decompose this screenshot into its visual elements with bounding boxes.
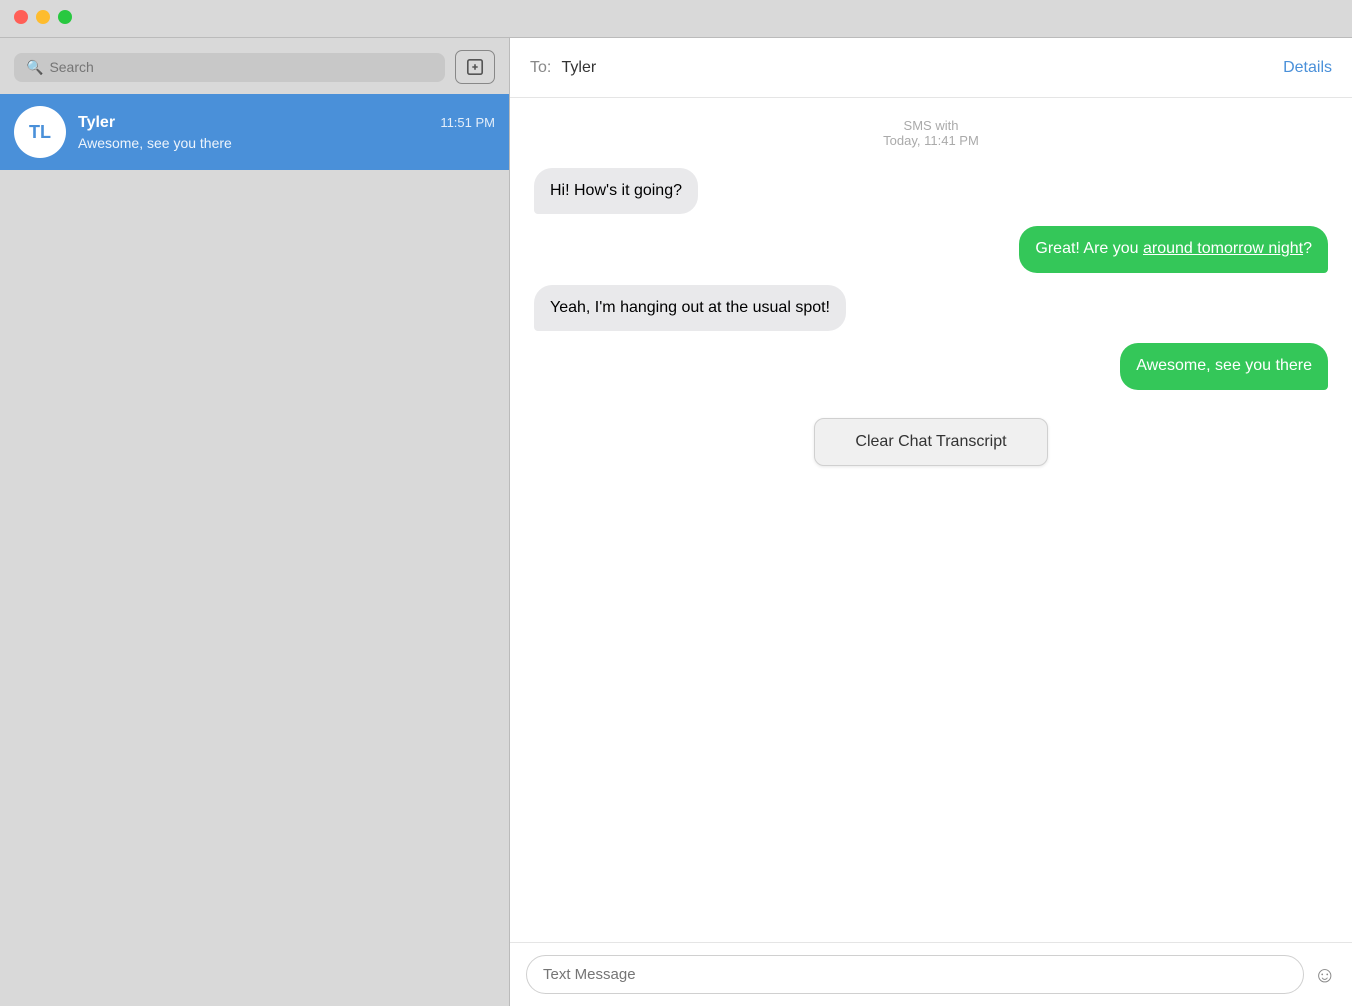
bubble-outgoing-2: Great! Are you around tomorrow night? [1019, 226, 1328, 272]
minimize-button[interactable] [36, 10, 50, 24]
conversation-info-tyler: Tyler 11:51 PM Awesome, see you there [78, 114, 495, 151]
details-button[interactable]: Details [1283, 59, 1332, 77]
compose-icon [466, 58, 484, 76]
sms-label: SMS with [534, 118, 1328, 133]
chat-to: To: Tyler [530, 59, 596, 77]
maximize-button[interactable] [58, 10, 72, 24]
avatar-tyler: TL [14, 106, 66, 158]
bubble-outgoing-4: Awesome, see you there [1120, 343, 1328, 389]
message-input[interactable] [526, 955, 1304, 994]
sidebar-header: 🔍 [0, 38, 509, 94]
clear-chat-button[interactable]: Clear Chat Transcript [814, 418, 1047, 466]
compose-button[interactable] [455, 50, 495, 84]
message-row-2: Great! Are you around tomorrow night? [534, 226, 1328, 272]
conversation-time: 11:51 PM [440, 115, 495, 130]
close-button[interactable] [14, 10, 28, 24]
conversation-preview: Awesome, see you there [78, 135, 495, 151]
messages-area: SMS with Today, 11:41 PM Hi! How's it go… [510, 98, 1352, 942]
conversation-top: Tyler 11:51 PM [78, 114, 495, 132]
to-name: Tyler [562, 59, 597, 76]
emoji-button[interactable]: ☺ [1314, 962, 1336, 988]
sidebar: 🔍 TL Tyler 11:51 PM Awesome, see you t [0, 38, 510, 1006]
chat-area: To: Tyler Details SMS with Today, 11:41 … [510, 38, 1352, 1006]
message-row-3: Yeah, I'm hanging out at the usual spot! [534, 285, 1328, 331]
clear-chat-container: Clear Chat Transcript [534, 418, 1328, 466]
contact-name: Tyler [78, 114, 115, 132]
bubble-incoming-3: Yeah, I'm hanging out at the usual spot! [534, 285, 846, 331]
sms-header: SMS with Today, 11:41 PM [534, 118, 1328, 148]
app-container: 🔍 TL Tyler 11:51 PM Awesome, see you t [0, 38, 1352, 1006]
conversation-item-tyler[interactable]: TL Tyler 11:51 PM Awesome, see you there [0, 94, 509, 170]
bubble-incoming-1: Hi! How's it going? [534, 168, 698, 214]
message-row-1: Hi! How's it going? [534, 168, 1328, 214]
sms-time: Today, 11:41 PM [534, 133, 1328, 148]
chat-input-area: ☺ [510, 942, 1352, 1006]
conversation-list: TL Tyler 11:51 PM Awesome, see you there [0, 94, 509, 1006]
chat-header: To: Tyler Details [510, 38, 1352, 98]
message-row-4: Awesome, see you there [534, 343, 1328, 389]
to-label: To: [530, 59, 551, 76]
search-input[interactable] [49, 59, 433, 75]
search-icon: 🔍 [26, 59, 43, 76]
search-bar[interactable]: 🔍 [14, 53, 445, 82]
